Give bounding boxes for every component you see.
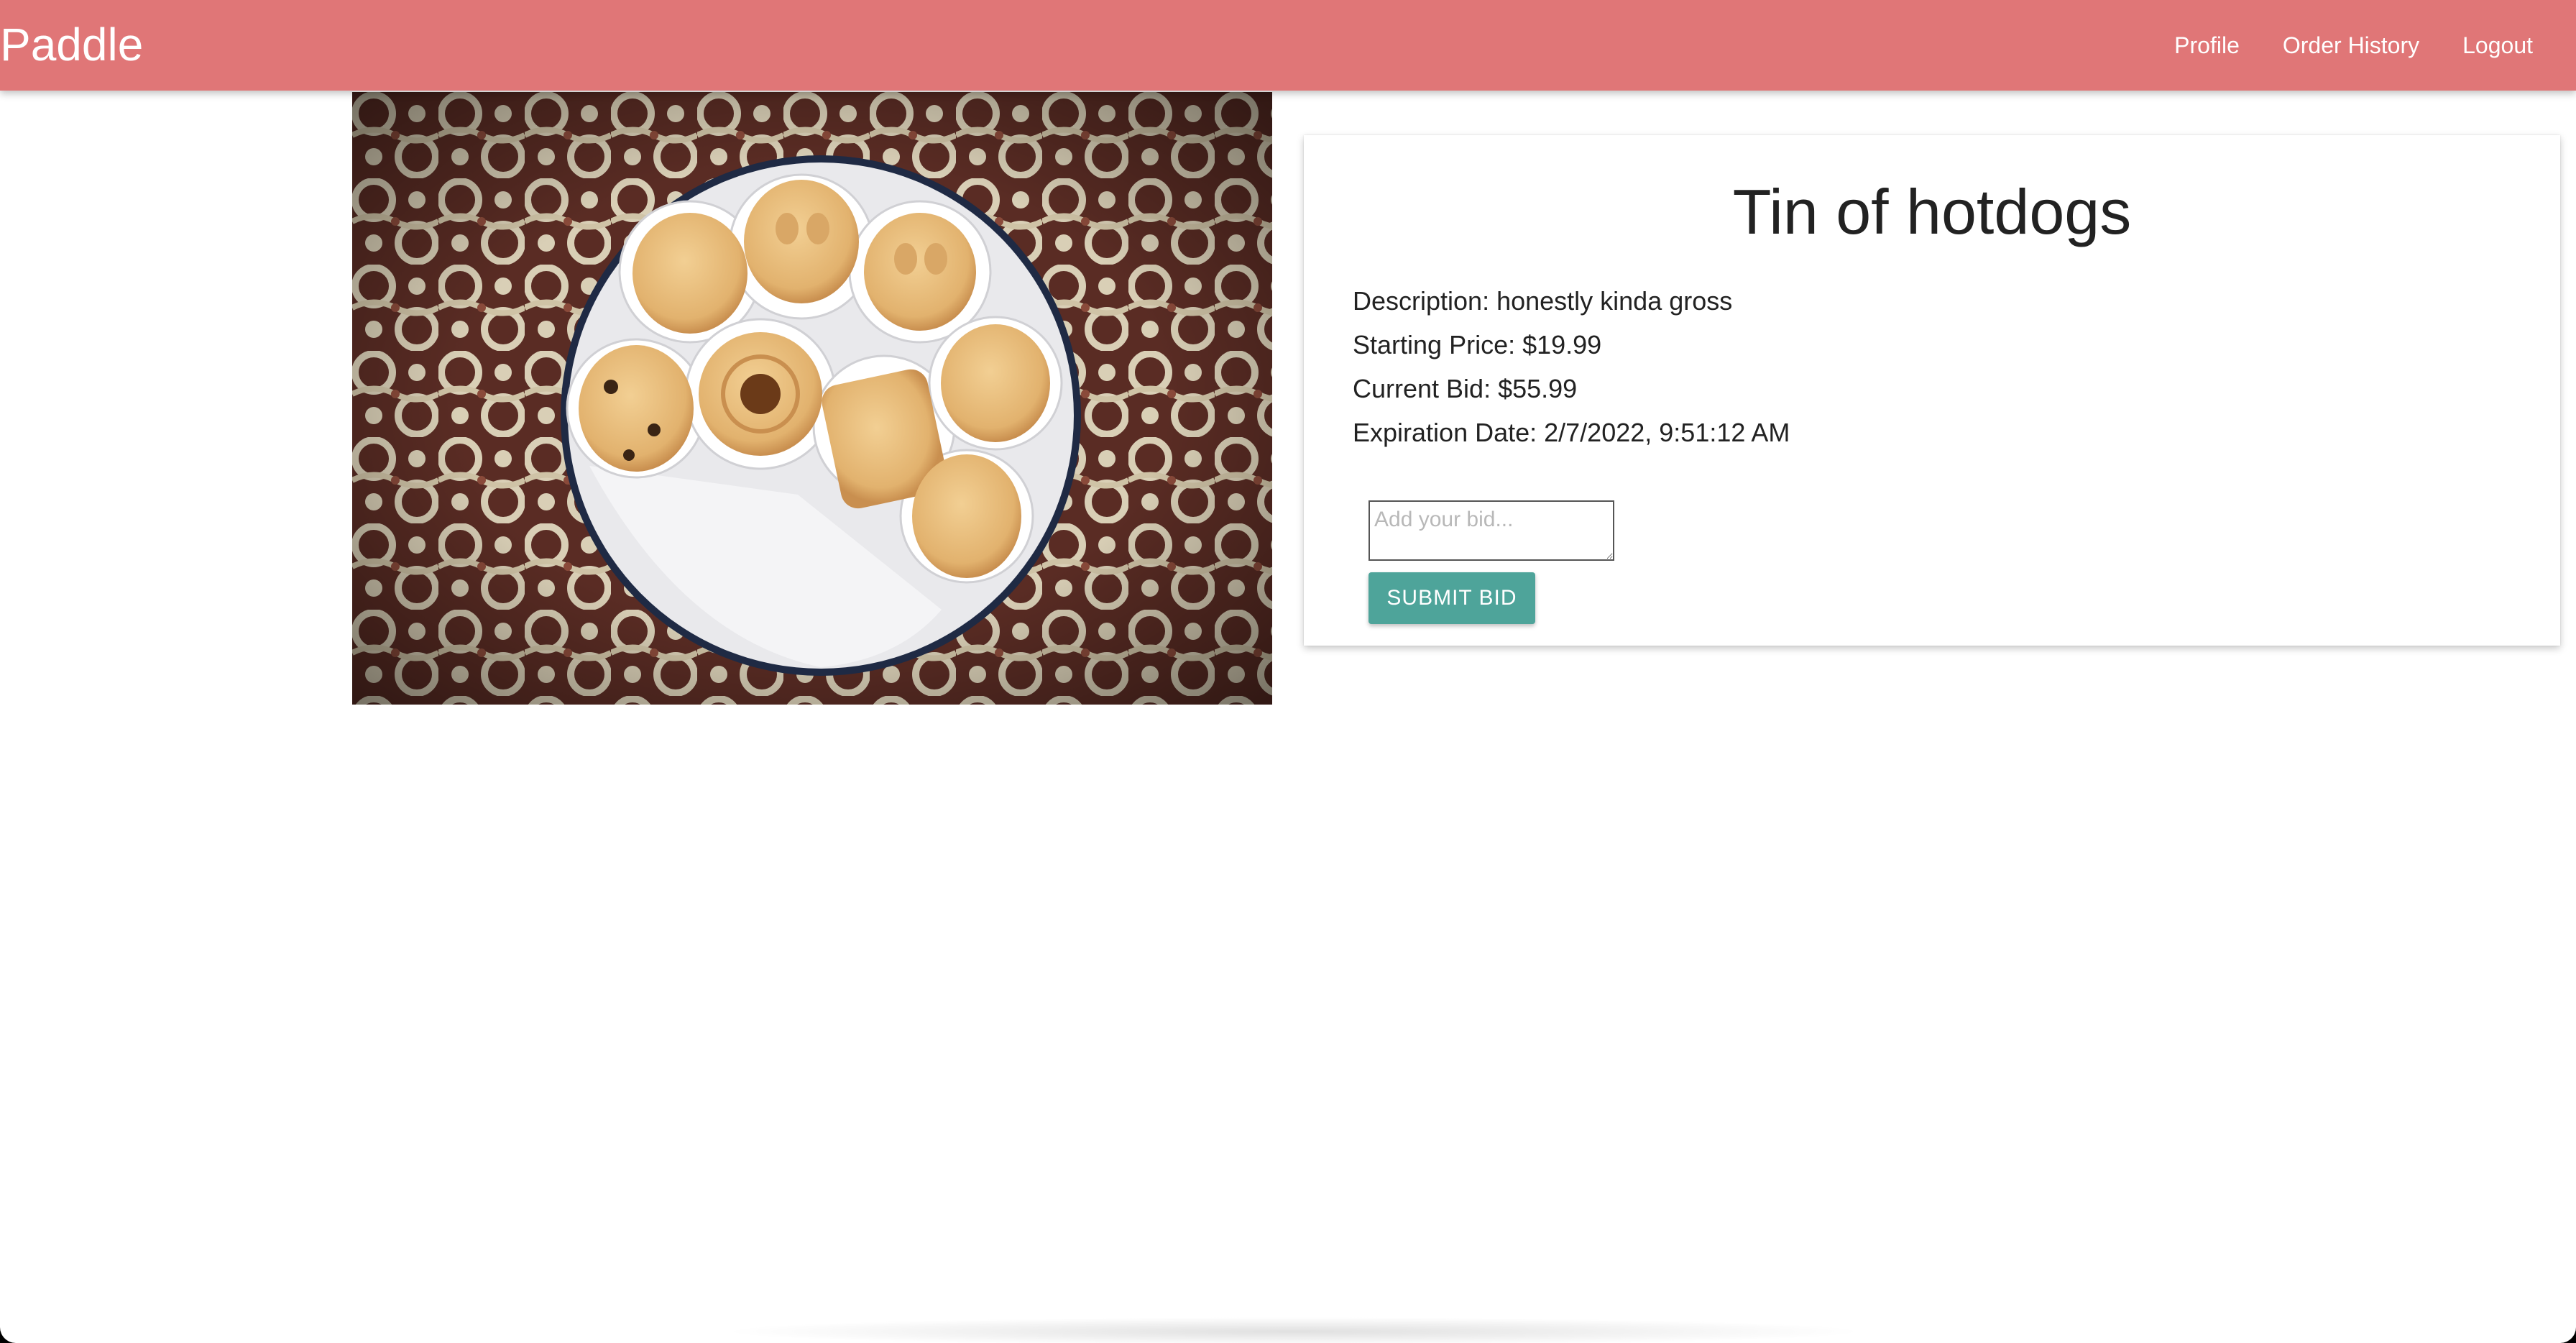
product-starting-price: Starting Price: $19.99	[1353, 330, 1602, 359]
bottom-edge-shadow	[719, 1317, 1869, 1343]
product-expiration-date: Expiration Date: 2/7/2022, 9:51:12 AM	[1353, 418, 1790, 447]
cookie-tin-photo-icon	[352, 92, 1272, 705]
nav-links: Profile Order History Logout	[2153, 0, 2554, 91]
product-image	[352, 92, 1272, 705]
nav-logout-link[interactable]: Logout	[2441, 0, 2554, 91]
brand-logo-link[interactable]: Paddle	[0, 16, 143, 73]
nav-order-history-link[interactable]: Order History	[2261, 0, 2441, 91]
browser-viewport: Paddle Profile Order History Logout Tin …	[0, 0, 2576, 1343]
submit-bid-button[interactable]: SUBMIT BID	[1368, 572, 1535, 624]
bid-input[interactable]	[1368, 500, 1614, 561]
top-navbar: Paddle Profile Order History Logout	[0, 0, 2576, 91]
nav-profile-link[interactable]: Profile	[2153, 0, 2261, 91]
product-details-card: Tin of hotdogs Description: honestly kin…	[1304, 135, 2560, 646]
product-title: Tin of hotdogs	[1732, 176, 2132, 247]
product-current-bid: Current Bid: $55.99	[1353, 374, 1578, 403]
product-description: Description: honestly kinda gross	[1353, 286, 1733, 316]
